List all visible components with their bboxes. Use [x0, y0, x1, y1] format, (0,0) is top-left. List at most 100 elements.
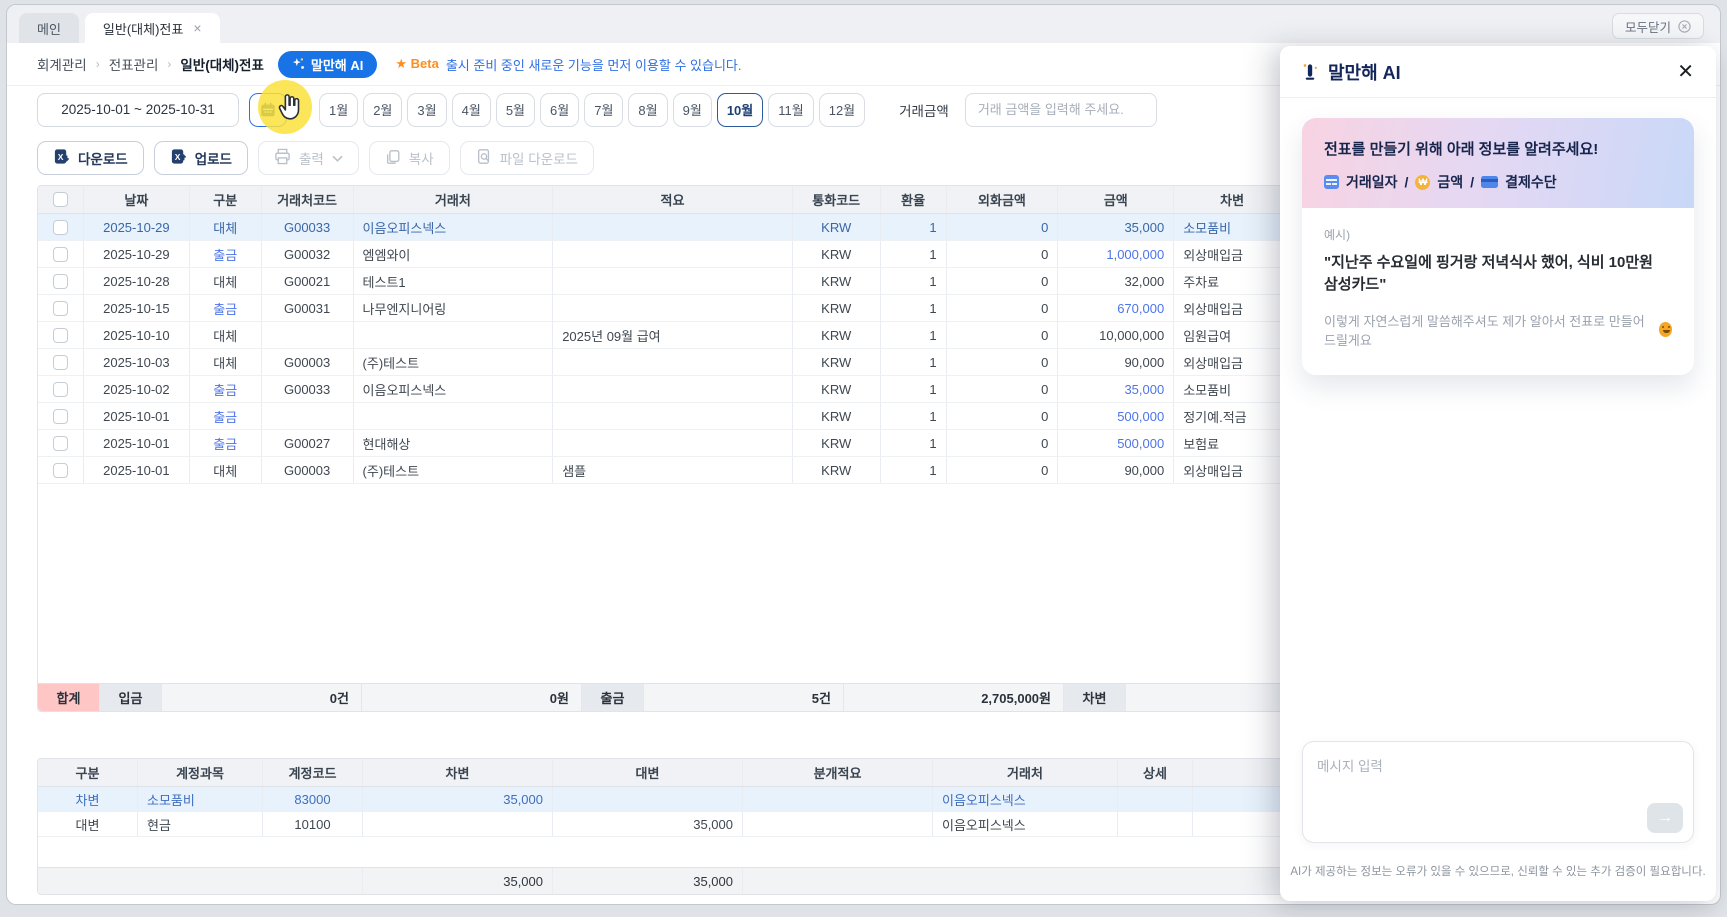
toolbar-button-label: 업로드 [195, 148, 232, 168]
scrollbar-thumb[interactable] [37, 904, 557, 905]
month-button-7월[interactable]: 7월 [584, 93, 623, 127]
row-checkbox-cell [38, 457, 84, 483]
cell-memo [553, 349, 793, 375]
cell-currency: KRW [793, 295, 881, 321]
row-checkbox[interactable] [53, 274, 68, 289]
journal-row[interactable]: 2025-10-29출금G00032엠엠와이KRW101,000,000외상매입… [38, 241, 1291, 268]
cell-vendor [354, 403, 554, 429]
journal-row[interactable]: 2025-10-15출금G00031나무엔지니어링KRW10670,000외상매… [38, 295, 1291, 322]
cell-amount: 500,000 [1058, 430, 1174, 456]
beta-badge: ★ Beta [395, 56, 438, 72]
send-button[interactable]: → [1647, 803, 1683, 833]
breadcrumb-item-voucher-mgmt[interactable]: 전표관리 [109, 54, 159, 74]
cell-currency: KRW [793, 403, 881, 429]
cell-date: 2025-10-29 [84, 214, 190, 240]
guide-item-label: 결제수단 [1505, 172, 1557, 192]
excel-download-icon: X [53, 148, 70, 168]
cell-amount: 670,000 [1058, 295, 1174, 321]
row-checkbox-cell [38, 403, 84, 429]
date-range-input[interactable]: 2025-10-01 ~ 2025-10-31 [37, 93, 239, 127]
transaction-amount-input[interactable] [965, 93, 1157, 127]
excel-upload-icon: X [170, 148, 187, 168]
tab-main-label: 메인 [37, 19, 61, 38]
cell-fx-amount: 0 [947, 214, 1059, 240]
detail-grid: 구분계정과목계정코드차변대변분개적요거래처상세 차변소모품비8300035,00… [37, 758, 1292, 895]
tab-main[interactable]: 메인 [19, 13, 79, 43]
journal-row[interactable]: 2025-10-03대체G00003(주)테스트KRW1090,000외상매입금 [38, 349, 1291, 376]
row-checkbox[interactable] [53, 355, 68, 370]
cell-vendor: 엠엠와이 [354, 241, 554, 267]
detail-header-대변: 대변 [553, 759, 743, 786]
select-all-checkbox[interactable] [53, 192, 68, 207]
summary-out-amount: 2,705,000원 [844, 684, 1064, 711]
totals-filler [743, 868, 1291, 894]
horizontal-scrollbar[interactable] [37, 904, 1292, 905]
month-button-3월[interactable]: 3월 [407, 93, 446, 127]
다운로드-button[interactable]: X다운로드 [37, 141, 144, 175]
ai-panel-close-button[interactable]: ✕ [1677, 62, 1694, 82]
journal-header-통화코드: 통화코드 [793, 186, 881, 213]
journal-row[interactable]: 2025-10-01출금G00027현대해상KRW10500,000보험료 [38, 430, 1291, 457]
cell-type: 출금 [190, 241, 262, 267]
month-button-5월[interactable]: 5월 [496, 93, 535, 127]
row-checkbox[interactable] [53, 463, 68, 478]
month-button-10월[interactable]: 10월 [717, 93, 763, 127]
journal-row[interactable]: 2025-10-10대체2025년 09월 급여KRW1010,000,000임… [38, 322, 1291, 349]
ai-message-input[interactable] [1303, 742, 1693, 806]
row-checkbox-cell [38, 268, 84, 294]
journal-header-금액: 금액 [1058, 186, 1174, 213]
row-checkbox[interactable] [53, 247, 68, 262]
cell-fx-amount: 0 [947, 241, 1059, 267]
month-button-2월[interactable]: 2월 [363, 93, 402, 127]
cell-credit [553, 787, 743, 811]
ai-guide-card-header: 전표를 만들기 위해 아래 정보를 알려주세요! 거래일자/₩금액/결제수단 [1302, 118, 1694, 208]
journal-row[interactable]: 2025-10-01대체G00003(주)테스트샘플KRW1090,000외상매… [38, 457, 1291, 484]
month-button-12월[interactable]: 12월 [819, 93, 865, 127]
cell-journal-memo [743, 787, 933, 811]
cell-debit [363, 812, 553, 836]
breadcrumb-item-accounting[interactable]: 회계관리 [37, 54, 87, 74]
row-checkbox[interactable] [53, 328, 68, 343]
month-button-4월[interactable]: 4월 [452, 93, 491, 127]
cell-vendor: (주)테스트 [354, 349, 554, 375]
ai-assistant-button[interactable]: 말만해 AI [278, 51, 378, 78]
파일 다운로드-button: 파일 다운로드 [460, 141, 594, 175]
month-button-6월[interactable]: 6월 [540, 93, 579, 127]
ai-disclaimer: AI가 제공하는 정보는 오류가 있을 수 있으므로, 신뢰할 수 있는 추가 … [1280, 863, 1716, 879]
tab-journal[interactable]: 일반(대체)전표 × [85, 13, 220, 43]
cell-rate: 1 [881, 295, 947, 321]
month-button-1월[interactable]: 1월 [319, 93, 358, 127]
cell-type: 출금 [190, 376, 262, 402]
journal-row[interactable]: 2025-10-29대체G00033이음오피스넥스KRW1035,000소모품비 [38, 214, 1291, 241]
journal-row[interactable]: 2025-10-28대체G00021테스트1KRW1032,000주차료 [38, 268, 1291, 295]
row-checkbox[interactable] [53, 301, 68, 316]
cell-type: 출금 [190, 403, 262, 429]
month-button-11월[interactable]: 11월 [768, 93, 813, 127]
cell-rate: 1 [881, 268, 947, 294]
close-all-button[interactable]: 모두닫기 [1612, 13, 1704, 39]
journal-row[interactable]: 2025-10-02출금G00033이음오피스넥스KRW1035,000소모품비 [38, 376, 1291, 403]
journal-header-환율: 환율 [881, 186, 947, 213]
month-button-9월[interactable]: 9월 [673, 93, 712, 127]
cell-fx-amount: 0 [947, 430, 1059, 456]
cell-vendor: 이음오피스넥스 [933, 787, 1118, 811]
journal-header-거래처: 거래처 [354, 186, 554, 213]
row-checkbox-cell [38, 322, 84, 348]
cell-account: 현금 [138, 812, 263, 836]
cell-date: 2025-10-10 [84, 322, 190, 348]
업로드-button[interactable]: X 업로드 [154, 141, 248, 175]
cell-type: 대체 [190, 457, 262, 483]
cell-vendor-code: G00033 [262, 214, 354, 240]
month-button-8월[interactable]: 8월 [628, 93, 667, 127]
row-checkbox[interactable] [53, 409, 68, 424]
row-checkbox[interactable] [53, 436, 68, 451]
tab-close-icon[interactable]: × [193, 20, 201, 36]
detail-row[interactable]: 차변소모품비8300035,000이음오피스넥스 [38, 787, 1291, 812]
row-checkbox[interactable] [53, 220, 68, 235]
select-all-checkbox-cell [38, 186, 84, 213]
journal-header-거래처코드: 거래처코드 [262, 186, 354, 213]
journal-row[interactable]: 2025-10-01출금KRW10500,000정기예.적금 [38, 403, 1291, 430]
row-checkbox[interactable] [53, 382, 68, 397]
cell-currency: KRW [793, 268, 881, 294]
detail-row[interactable]: 대변현금1010035,000이음오피스넥스 [38, 812, 1291, 837]
